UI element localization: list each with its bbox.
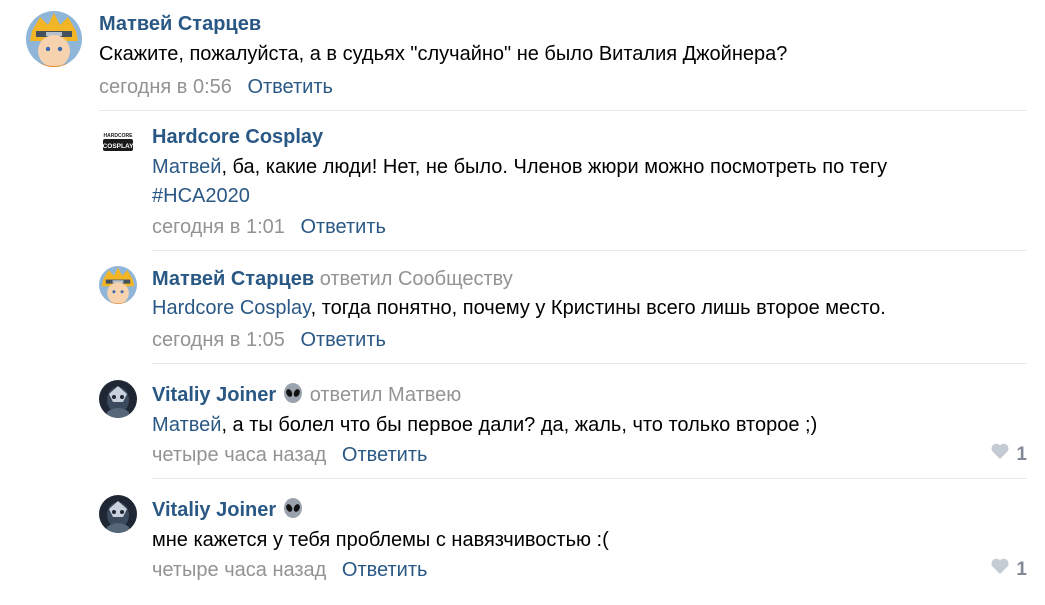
- comment-date[interactable]: сегодня в 1:01: [152, 216, 285, 238]
- comment-meta: сегодня в 1:05 Ответить: [152, 328, 386, 352]
- avatar[interactable]: [99, 266, 137, 304]
- comment-date[interactable]: четыре часа назад: [152, 444, 326, 466]
- reply-button[interactable]: Ответить: [342, 559, 428, 581]
- comment-author[interactable]: Hardcore Cosplay: [152, 125, 323, 149]
- comment-author[interactable]: Vitaliy Joiner: [152, 497, 304, 525]
- svg-text:COSPLAY: COSPLAY: [103, 143, 134, 150]
- reply-button[interactable]: Ответить: [300, 329, 386, 351]
- heart-icon: [990, 442, 1010, 467]
- like-count: 1: [1016, 443, 1027, 465]
- like-button[interactable]: 1: [990, 557, 1027, 582]
- divider: [99, 110, 1027, 111]
- hardcore-cosplay-logo: HARDCORE COSPLAY: [99, 125, 137, 163]
- comment-text: Матвей, а ты болел что бы первое дали? д…: [152, 414, 818, 436]
- avatar-dark-image: [99, 380, 137, 418]
- comment-author[interactable]: Матвей Старцев ответил Сообществу: [152, 267, 513, 291]
- comment-text: Скажите, пожалуйста, а в судьях "случайн…: [99, 43, 788, 65]
- avatar-dark-image: [99, 495, 137, 533]
- mention-link[interactable]: Hardcore Cosplay: [152, 297, 311, 319]
- heart-icon: [990, 557, 1010, 582]
- reply-button[interactable]: Ответить: [300, 216, 386, 238]
- svg-text:HARDCORE: HARDCORE: [104, 133, 134, 139]
- replied-to-label[interactable]: ответил Матвею: [310, 384, 462, 406]
- comment-meta: четыре часа назад Ответить: [152, 443, 427, 467]
- comments-thread: Матвей Старцев Скажите, пожалуйста, а в …: [0, 0, 1045, 605]
- like-button[interactable]: 1: [990, 442, 1027, 467]
- mention-link[interactable]: Матвей: [152, 414, 221, 436]
- like-count: 1: [1016, 558, 1027, 580]
- comment-date[interactable]: сегодня в 1:05: [152, 329, 285, 351]
- alien-emoji-icon: [282, 497, 304, 525]
- avatar[interactable]: [99, 380, 137, 418]
- avatar-naruto-image: [26, 11, 82, 67]
- replied-to-label[interactable]: ответил Сообществу: [320, 268, 513, 290]
- divider: [152, 250, 1027, 251]
- avatar[interactable]: [99, 495, 137, 533]
- comment-author[interactable]: Vitaliy Joiner ответил Матвею: [152, 382, 461, 410]
- comment-meta: сегодня в 0:56 Ответить: [99, 75, 333, 99]
- divider: [152, 478, 1027, 479]
- comment-date[interactable]: четыре часа назад: [152, 559, 326, 581]
- hashtag-link[interactable]: #HCA2020: [152, 185, 250, 207]
- comment-text: Матвей, ба, какие люди! Нет, не было. Чл…: [152, 156, 888, 207]
- comment-text: Hardcore Cosplay, тогда понятно, почему …: [152, 297, 886, 319]
- comment-text: мне кажется у тебя проблемы с навязчивос…: [152, 529, 609, 551]
- comment-date[interactable]: сегодня в 0:56: [99, 76, 232, 98]
- divider: [152, 363, 1027, 364]
- avatar-naruto-image: [99, 266, 137, 304]
- reply-button[interactable]: Ответить: [342, 444, 428, 466]
- avatar[interactable]: [26, 11, 82, 67]
- avatar[interactable]: HARDCORE COSPLAY: [99, 125, 137, 163]
- comment-meta: сегодня в 1:01 Ответить: [152, 215, 386, 239]
- alien-emoji-icon: [282, 382, 304, 410]
- reply-button[interactable]: Ответить: [247, 76, 333, 98]
- comment-author[interactable]: Матвей Старцев: [99, 12, 261, 36]
- comment-meta: четыре часа назад Ответить: [152, 558, 427, 582]
- mention-link[interactable]: Матвей: [152, 156, 221, 178]
